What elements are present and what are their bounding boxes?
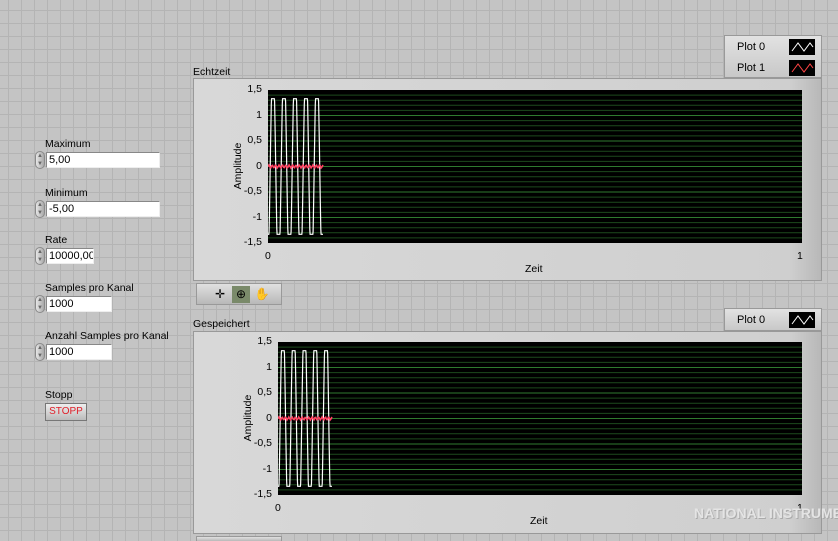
plot-svg [268,94,802,239]
y-tick-label: 1,5 [247,83,262,95]
control-label: Anzahl Samples pro Kanal [45,330,169,342]
plot-area[interactable] [278,342,802,495]
numeric-input[interactable]: 1000 [46,344,112,360]
numeric-input[interactable]: 5,00 [46,152,160,168]
graph-echtzeit: 1,5 1 0,5 0 -0,5 -1 -1,5 0 1 Zeit Amplitude [193,78,822,281]
increment-decrement-icon[interactable]: ▲ ▼ [35,247,45,265]
y-tick-label: 1,5 [257,335,272,347]
control-label: Samples pro Kanal [45,282,134,294]
x-axis-label: Zeit [530,515,548,527]
numeric-input[interactable]: 1000 [46,296,112,312]
graph-title: Echtzeit [193,66,231,78]
y-tick-label: -1 [262,462,272,475]
graph-gespeichert: 1,5 1 0,5 0 -0,5 -1 -1,5 0 1 Zeit Amplitude [193,331,822,534]
y-axis-label: Amplitude [242,394,254,441]
increment-decrement-icon[interactable]: ▲ ▼ [35,343,45,361]
control-label: Rate [45,234,68,246]
control-label: Minimum [45,187,88,199]
plot-legend[interactable]: Plot 0 [724,308,822,331]
x-tick-label: 1 [797,250,803,262]
y-tick-label: 1 [256,108,262,121]
legend-label: Plot 0 [737,40,766,53]
pan-hand-icon[interactable]: ✋ [253,286,271,303]
plot-svg [278,346,802,491]
legend-label: Plot 1 [737,61,766,74]
stop-button[interactable]: STOPP [45,403,87,421]
numeric-control: ▲ ▼ 1000 [35,295,112,313]
cursor-crosshair-icon[interactable]: ✛ [211,286,229,303]
graph-palette [196,536,282,541]
y-tick-label: -1,5 [243,236,262,248]
numeric-control: ▲ ▼ 1000 [35,343,112,361]
numeric-control: ▲ ▼ 5,00 [35,151,160,169]
x-tick-label: 0 [275,502,281,514]
increment-decrement-icon[interactable]: ▲ ▼ [35,295,45,313]
numeric-input[interactable]: -5,00 [46,201,160,217]
plot-area[interactable] [268,90,802,243]
stop-label: Stopp [45,389,73,401]
x-axis-label: Zeit [525,263,543,275]
x-tick-label: 0 [265,250,271,262]
line-style-icon [789,38,815,55]
line-style-icon [789,311,815,328]
numeric-control: ▲ ▼ 10000,00 [35,247,94,265]
numeric-input[interactable]: 10000,00 [46,248,94,264]
numeric-control: ▲ ▼ -5,00 [35,200,160,218]
line-style-icon [789,59,815,76]
y-tick-label: -1,5 [253,488,272,500]
legend-label: Plot 0 [737,313,766,326]
plot-legend[interactable]: Plot 0 Plot 1 [724,35,822,78]
zoom-icon[interactable]: ⊕ [232,285,250,303]
y-tick-label: 1 [266,360,272,373]
graph-title: Gespeichert [193,318,250,330]
increment-decrement-icon[interactable]: ▲ ▼ [35,151,45,169]
y-tick-label: -1 [252,210,262,223]
y-axis-label: Amplitude [232,142,244,189]
legend-item-plot-1[interactable]: Plot 1 [725,57,821,78]
graph-palette: ✛ ⊕ ✋ [196,283,282,305]
ni-logo: NATIONAL INSTRUMENTS [694,505,838,521]
legend-item-plot-0[interactable]: Plot 0 [725,36,821,57]
legend-item-plot-0[interactable]: Plot 0 [725,309,821,330]
control-label: Maximum [45,138,91,150]
increment-decrement-icon[interactable]: ▲ ▼ [35,200,45,218]
